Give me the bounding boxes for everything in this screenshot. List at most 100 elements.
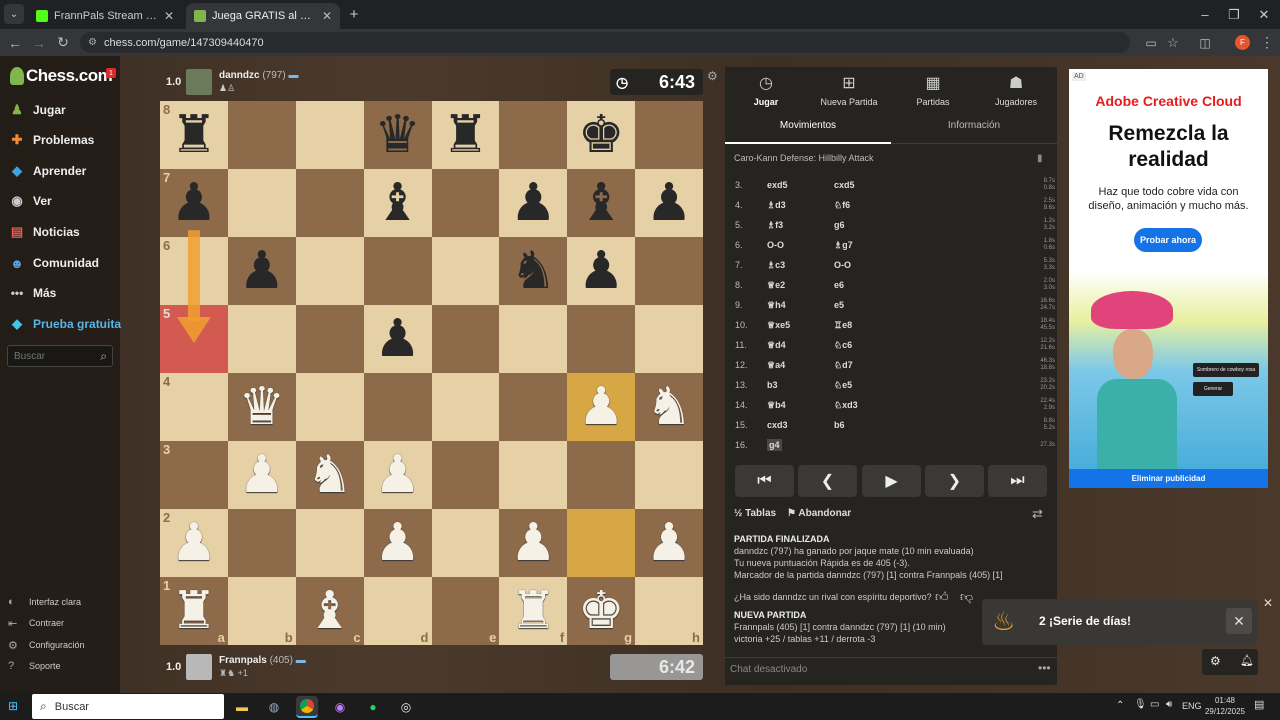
square-e5[interactable] bbox=[431, 305, 500, 373]
square-d5[interactable]: ♟ bbox=[363, 305, 432, 373]
square-a2[interactable]: 2 ♟ bbox=[160, 509, 228, 577]
square-h1[interactable]: h bbox=[635, 577, 703, 645]
close-icon[interactable]: ✕ bbox=[164, 9, 174, 23]
white-move[interactable]: ♕d4 bbox=[767, 340, 834, 351]
remove-ads-button[interactable]: Eliminar publicidad bbox=[1069, 469, 1268, 488]
square-a5[interactable]: 5 bbox=[160, 305, 228, 373]
white-rook-icon[interactable]: ♜ bbox=[510, 585, 557, 637]
black-knight-icon[interactable]: ♞ bbox=[510, 245, 557, 297]
footer-collapse[interactable]: ⇤ Contraer bbox=[8, 615, 64, 631]
square-g7[interactable]: ♝ bbox=[567, 169, 636, 237]
notification-badge[interactable]: 1 bbox=[106, 68, 116, 78]
black-pawn-icon[interactable]: ♟ bbox=[239, 245, 286, 297]
spotify-icon[interactable]: ● bbox=[362, 696, 384, 718]
square-d4[interactable] bbox=[363, 373, 432, 441]
white-move[interactable]: cxd3 bbox=[767, 420, 834, 430]
black-move[interactable]: O-O bbox=[834, 260, 934, 270]
footer-settings[interactable]: ⚙ Configuración bbox=[8, 637, 85, 653]
subtab-informacion[interactable]: Información bbox=[891, 117, 1057, 144]
white-knight-icon[interactable]: ♞ bbox=[306, 449, 353, 501]
black-pawn-icon[interactable]: ♟ bbox=[510, 177, 557, 229]
white-move[interactable]: ♕b4 bbox=[767, 400, 834, 411]
square-b7[interactable] bbox=[227, 169, 296, 237]
black-move[interactable]: ♘f6 bbox=[834, 200, 934, 211]
panel-tab-nueva-partida[interactable]: ⊞ Nueva Partida bbox=[820, 73, 878, 107]
sidebar-item-jugar[interactable]: ♟ Jugar bbox=[8, 99, 66, 121]
white-move[interactable]: ♕e2 bbox=[767, 280, 834, 291]
ad-close-icon[interactable]: ✕ bbox=[1263, 596, 1273, 610]
white-pawn-icon[interactable]: ♟ bbox=[374, 449, 421, 501]
clock-area[interactable]: 01:48 29/12/2025 bbox=[1203, 695, 1247, 717]
top-player-name-row[interactable]: danndzc (797) ▬ bbox=[219, 70, 298, 81]
white-rook-icon[interactable]: ♜ bbox=[171, 585, 218, 637]
search-icon[interactable]: ⌕ bbox=[100, 349, 107, 364]
square-b1[interactable]: b bbox=[227, 577, 296, 645]
white-king-icon[interactable]: ♚ bbox=[578, 585, 625, 637]
square-h2[interactable]: ♟ bbox=[635, 509, 703, 577]
white-pawn-icon[interactable]: ♟ bbox=[578, 381, 625, 433]
panel-tab-partidas[interactable]: ▦ Partidas bbox=[912, 73, 954, 107]
black-move[interactable]: e5 bbox=[834, 300, 934, 310]
previous-move-button[interactable]: ❮ bbox=[798, 465, 857, 497]
chat-menu-icon[interactable]: ••• bbox=[1038, 661, 1051, 675]
square-e1[interactable]: e bbox=[431, 577, 500, 645]
white-pawn-icon[interactable]: ♟ bbox=[374, 517, 421, 569]
microphone-icon[interactable]: 🎙︎ bbox=[1134, 699, 1147, 710]
square-e2[interactable] bbox=[431, 509, 500, 577]
square-h8[interactable] bbox=[635, 101, 703, 169]
chess-board[interactable]: 8 ♜ ♛ ♜ ♚ 7 ♟ ♝ ♟ ♝ ♟ 6 ♟ ♞ ♟ 5 ♟ 4 ♛ ♟ ♞ 3 ♟ ♞ ♟ 2 ♟ ♟ ♟ ♟ 1 a ♜ b c ♝ d e f ♜… bbox=[160, 101, 703, 645]
black-move[interactable]: ♖e8 bbox=[834, 320, 934, 331]
advertisement[interactable]: AD Adobe Creative Cloud Remezcla la real… bbox=[1069, 69, 1268, 488]
gear-icon[interactable]: ⚙ bbox=[1210, 654, 1221, 668]
square-f4[interactable] bbox=[499, 373, 568, 441]
bell-icon[interactable]: 🔔︎ bbox=[1240, 654, 1254, 667]
black-move[interactable]: e6 bbox=[834, 280, 934, 290]
square-f5[interactable] bbox=[499, 305, 568, 373]
black-move[interactable]: ♘xd3 bbox=[834, 400, 934, 411]
white-move[interactable]: exd5 bbox=[767, 180, 834, 190]
close-icon[interactable]: ✕ bbox=[322, 9, 332, 23]
menu-icon[interactable]: ⋮ bbox=[1254, 29, 1280, 56]
square-e7[interactable] bbox=[431, 169, 500, 237]
thumbs-up-icon[interactable]: 👍︎ bbox=[935, 589, 949, 605]
steam-icon[interactable]: ◍ bbox=[263, 696, 285, 718]
new-tab-button[interactable]: + bbox=[344, 4, 364, 24]
square-b4[interactable]: ♛ bbox=[227, 373, 296, 441]
square-g8[interactable]: ♚ bbox=[567, 101, 636, 169]
next-move-button[interactable]: ❯ bbox=[925, 465, 984, 497]
square-c4[interactable] bbox=[295, 373, 364, 441]
board-settings-gear-icon[interactable]: ⚙ bbox=[707, 69, 718, 83]
tab-search-button[interactable]: ⌄ bbox=[4, 4, 24, 24]
white-move[interactable]: ♕xe5 bbox=[767, 320, 834, 331]
tray-chevron-icon[interactable]: ⌃ bbox=[1116, 700, 1124, 711]
top-player-avatar[interactable] bbox=[186, 69, 212, 95]
square-b8[interactable] bbox=[227, 101, 296, 169]
square-c5[interactable] bbox=[295, 305, 364, 373]
sidebar-item-noticias[interactable]: ▤ Noticias bbox=[8, 221, 80, 243]
draw-button[interactable]: ½ Tablas bbox=[734, 508, 776, 519]
volume-icon[interactable]: 🔊︎ bbox=[1166, 699, 1172, 710]
black-king-icon[interactable]: ♚ bbox=[578, 109, 625, 161]
square-a8[interactable]: 8 ♜ bbox=[160, 101, 228, 169]
last-move-button[interactable]: ⏭ bbox=[988, 465, 1047, 497]
black-pawn-icon[interactable]: ♟ bbox=[646, 177, 693, 229]
square-h5[interactable] bbox=[635, 305, 703, 373]
black-move[interactable]: ♘c6 bbox=[834, 340, 934, 351]
book-icon[interactable]: ▮ bbox=[1037, 153, 1043, 164]
app-icon[interactable]: ◎ bbox=[395, 696, 417, 718]
play-button[interactable]: ▶ bbox=[862, 465, 921, 497]
square-e6[interactable] bbox=[431, 237, 500, 305]
white-pawn-icon[interactable]: ♟ bbox=[171, 517, 218, 569]
forward-icon[interactable]: → bbox=[26, 29, 52, 56]
square-a4[interactable]: 4 bbox=[160, 373, 228, 441]
black-move[interactable]: g6 bbox=[834, 220, 934, 230]
network-icon[interactable]: ▭ bbox=[1150, 699, 1159, 710]
square-d1[interactable]: d bbox=[363, 577, 432, 645]
bookmark-star-icon[interactable]: ☆ bbox=[1160, 29, 1186, 56]
square-c1[interactable]: c ♝ bbox=[295, 577, 364, 645]
black-move[interactable]: ♘d7 bbox=[834, 360, 934, 371]
white-move[interactable]: b3 bbox=[767, 380, 834, 390]
square-d8[interactable]: ♛ bbox=[363, 101, 432, 169]
square-e3[interactable] bbox=[431, 441, 500, 509]
flip-board-icon[interactable]: ⇄ bbox=[1032, 506, 1043, 522]
